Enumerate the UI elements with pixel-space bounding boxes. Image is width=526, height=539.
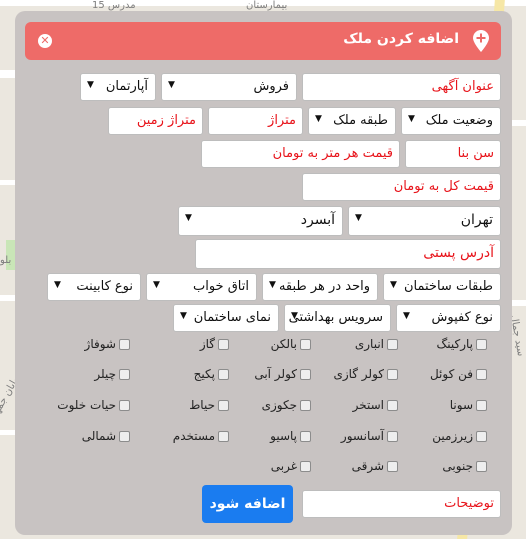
total-price-input[interactable]: قیمت کل به تومان xyxy=(302,173,501,201)
amenity-west-facing-checkbox[interactable]: غربی xyxy=(271,459,311,473)
land-area-input[interactable]: متراژ زمین xyxy=(108,107,203,135)
map-label: بیمارستان xyxy=(246,0,288,11)
amenity-package-checkbox[interactable]: پکیج xyxy=(194,367,229,381)
chevron-down-icon: ▼ xyxy=(390,280,397,290)
chevron-down-icon: ▼ xyxy=(355,213,362,223)
amenity-servant-checkbox[interactable]: مستخدم xyxy=(173,429,229,443)
chevron-down-icon: ▼ xyxy=(291,311,298,321)
amenity-sauna-checkbox[interactable]: سونا xyxy=(450,398,487,412)
postal-address-input[interactable]: آدرس پستی xyxy=(195,239,501,269)
map-label: 15 مدرس xyxy=(92,0,136,11)
amenity-backyard-checkbox[interactable]: حیات خلوت xyxy=(57,398,130,412)
city-select[interactable]: تهران ▼ xyxy=(348,206,501,236)
amenity-split-ac-checkbox[interactable]: کولر گازی xyxy=(333,367,398,381)
amenity-south-facing-checkbox[interactable]: جنوبی xyxy=(442,459,487,473)
amenity-north-facing-checkbox[interactable]: شمالی xyxy=(82,429,130,443)
chevron-down-icon: ▼ xyxy=(403,311,410,321)
ad-title-input[interactable]: عنوان آگهی xyxy=(302,73,501,101)
bathroom-value: سرویس بهداشتی xyxy=(288,310,383,325)
cabinet-type-value: نوع کابینت xyxy=(76,279,133,294)
facade-select[interactable]: نمای ساختمان ▼ xyxy=(173,304,279,332)
amenity-yard-checkbox[interactable]: حیاط xyxy=(189,398,229,412)
amenity-heating-checkbox[interactable]: شوفاژ xyxy=(85,337,130,351)
facade-value: نمای ساختمان xyxy=(193,310,271,325)
submit-button[interactable]: اضافه شود xyxy=(202,485,293,523)
amenity-basement-checkbox[interactable]: زیرزمین xyxy=(432,429,487,443)
transaction-type-select[interactable]: فروش ▼ xyxy=(161,73,297,101)
chevron-down-icon: ▼ xyxy=(185,213,192,223)
bathroom-select[interactable]: سرویس بهداشتی ▼ xyxy=(284,304,391,332)
amenity-fan-coil-checkbox[interactable]: فن کوئل xyxy=(430,367,487,381)
transaction-type-value: فروش xyxy=(253,79,289,94)
amenity-gas-checkbox[interactable]: گاز xyxy=(200,337,229,351)
amenity-chiller-checkbox[interactable]: چیلر xyxy=(94,367,130,381)
chevron-down-icon: ▼ xyxy=(269,280,276,290)
amenity-patio-checkbox[interactable]: پاسیو xyxy=(270,429,311,443)
area-input[interactable]: متراژ xyxy=(208,107,303,135)
add-property-dialog: ✕ اضافه کردن ملک عنوان آگهی فروش ▼ آپارت… xyxy=(15,11,512,535)
map-pin-add-icon xyxy=(473,30,489,56)
property-type-select[interactable]: آپارتمان ▼ xyxy=(80,73,156,101)
description-input[interactable]: توضیحات xyxy=(302,490,501,518)
bedrooms-select[interactable]: اتاق خواب ▼ xyxy=(146,273,257,301)
chevron-down-icon: ▼ xyxy=(315,114,322,124)
cabinet-type-select[interactable]: نوع کابینت ▼ xyxy=(47,273,141,301)
flooring-type-select[interactable]: نوع کفپوش ▼ xyxy=(396,304,501,332)
close-icon[interactable]: ✕ xyxy=(38,34,52,48)
district-value: آبسرد xyxy=(300,212,335,228)
dialog-title: اضافه کردن ملک xyxy=(343,31,459,47)
city-value: تهران xyxy=(460,212,493,228)
amenity-jacuzzi-checkbox[interactable]: جکوزی xyxy=(262,398,311,412)
amenity-parking-checkbox[interactable]: پارکینگ xyxy=(437,337,487,351)
building-age-input[interactable]: سن بنا xyxy=(405,140,501,168)
chevron-down-icon: ▼ xyxy=(168,80,175,90)
amenity-evaporative-cooler-checkbox[interactable]: کولر آبی xyxy=(254,367,311,381)
floor-value: طبقه ملک xyxy=(333,113,388,128)
chevron-down-icon: ▼ xyxy=(87,80,94,90)
units-per-floor-value: واحد در هر طبقه xyxy=(278,279,370,294)
chevron-down-icon: ▼ xyxy=(180,311,187,321)
property-status-select[interactable]: وضعیت ملک ▼ xyxy=(401,107,501,135)
building-floors-select[interactable]: طبقات ساختمان ▼ xyxy=(383,273,501,301)
flooring-type-value: نوع کفپوش xyxy=(431,310,494,325)
property-status-value: وضعیت ملک xyxy=(425,113,493,128)
chevron-down-icon: ▼ xyxy=(408,114,415,124)
floor-select[interactable]: طبقه ملک ▼ xyxy=(308,107,396,135)
amenity-east-facing-checkbox[interactable]: شرقی xyxy=(352,459,398,473)
amenity-storage-checkbox[interactable]: انباری xyxy=(355,337,398,351)
map-label: بلو xyxy=(0,255,12,266)
amenity-elevator-checkbox[interactable]: آسانسور xyxy=(341,429,398,443)
dialog-header: ✕ اضافه کردن ملک xyxy=(25,22,501,60)
chevron-down-icon: ▼ xyxy=(153,280,160,290)
chevron-down-icon: ▼ xyxy=(54,280,61,290)
district-select[interactable]: آبسرد ▼ xyxy=(178,206,343,236)
amenity-balcony-checkbox[interactable]: بالکن xyxy=(271,337,311,351)
units-per-floor-select[interactable]: واحد در هر طبقه ▼ xyxy=(262,273,378,301)
amenity-pool-checkbox[interactable]: استخر xyxy=(353,398,398,412)
property-type-value: آپارتمان xyxy=(105,79,148,94)
price-per-meter-input[interactable]: قیمت هر متر به تومان xyxy=(201,140,400,168)
building-floors-value: طبقات ساختمان xyxy=(403,279,493,294)
bedrooms-value: اتاق خواب xyxy=(192,279,249,294)
